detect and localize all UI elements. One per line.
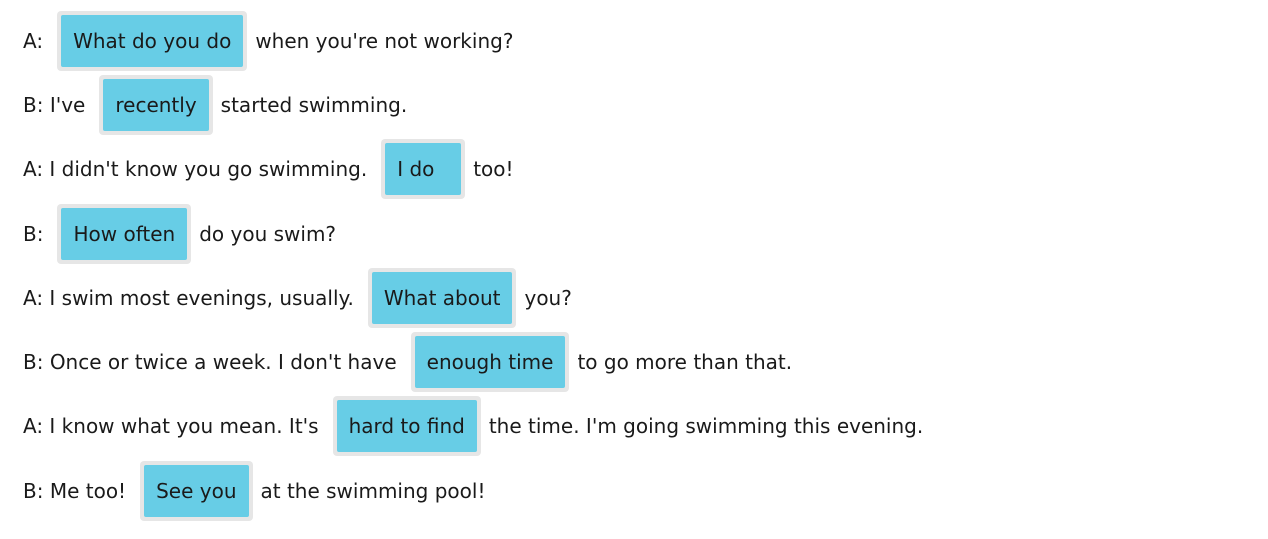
answer-chip[interactable]: What do you do [61, 15, 244, 67]
line-prefix: B: [23, 222, 44, 246]
answer-slot[interactable]: See you [140, 461, 253, 521]
dialogue-line: A: What do you do when you're not workin… [23, 11, 513, 71]
line-prefix: A: I know what you mean. It's [23, 414, 319, 438]
line-suffix: the time. I'm going swimming this evenin… [488, 414, 924, 438]
line-prefix: A: I didn't know you go swimming. [23, 157, 368, 181]
line-suffix: at the swimming pool! [260, 479, 486, 503]
answer-chip[interactable]: I do [385, 143, 462, 195]
dialogue-line: A: I know what you mean. It's hard to fi… [23, 396, 923, 456]
answer-chip[interactable]: How often [61, 208, 188, 260]
line-suffix: too! [473, 157, 514, 181]
line-prefix: B: Me too! [23, 479, 127, 503]
line-prefix: B: I've [23, 93, 86, 117]
dialogue-line: B: I've recently started swimming. [23, 75, 407, 135]
answer-chip[interactable]: What about [371, 272, 513, 324]
line-suffix: to go more than that. [577, 350, 793, 374]
answer-slot[interactable]: What about [367, 268, 517, 328]
line-suffix: started swimming. [220, 93, 408, 117]
line-prefix: A: I swim most evenings, usually. [23, 286, 354, 310]
dialogue-exercise: A: What do you do when you're not workin… [0, 0, 1268, 539]
line-prefix: B: Once or twice a week. I don't have [23, 350, 397, 374]
line-suffix: do you swim? [199, 222, 337, 246]
answer-slot[interactable]: I do [381, 139, 466, 199]
dialogue-line: B: Me too! See you at the swimming pool! [23, 461, 485, 521]
dialogue-line: B: How often do you swim? [23, 204, 336, 264]
answer-chip[interactable]: enough time [414, 336, 566, 388]
answer-slot[interactable]: What do you do [57, 11, 248, 71]
answer-chip[interactable]: See you [144, 465, 249, 517]
answer-slot[interactable]: recently [99, 75, 213, 135]
line-prefix: A: [23, 29, 44, 53]
answer-slot[interactable]: hard to find [332, 396, 481, 456]
answer-slot[interactable]: enough time [410, 332, 570, 392]
dialogue-line: A: I swim most evenings, usually. What a… [23, 268, 572, 328]
dialogue-line: A: I didn't know you go swimming. I do t… [23, 139, 514, 199]
line-suffix: you? [524, 286, 572, 310]
answer-chip[interactable]: hard to find [336, 400, 477, 452]
dialogue-line: B: Once or twice a week. I don't have en… [23, 332, 792, 392]
answer-chip[interactable]: recently [103, 79, 209, 131]
answer-slot[interactable]: How often [57, 204, 192, 264]
line-suffix: when you're not working? [255, 29, 514, 53]
